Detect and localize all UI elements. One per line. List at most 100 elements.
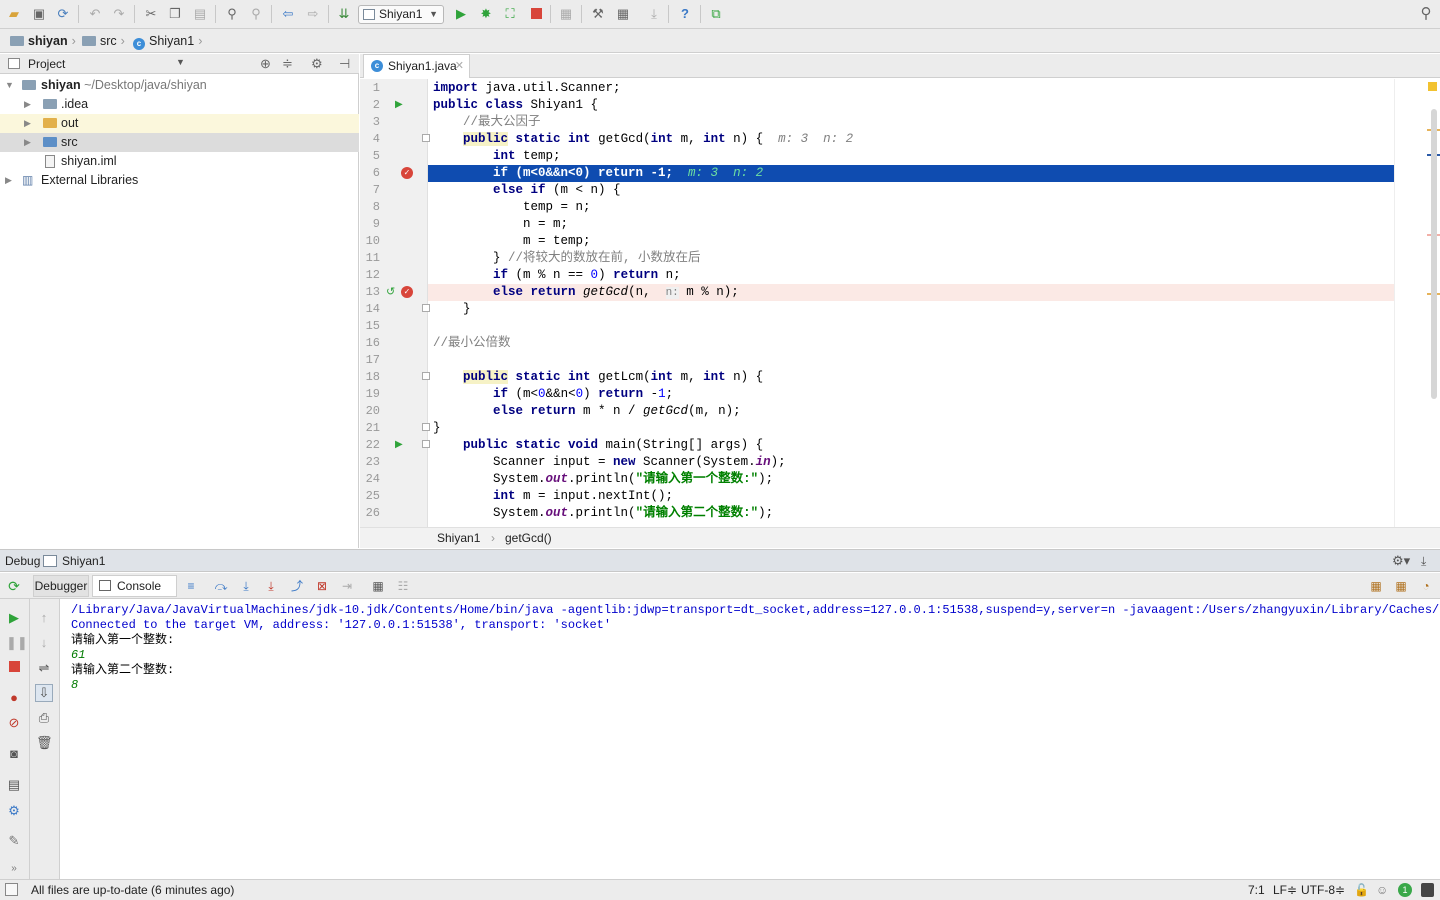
step-into-icon[interactable]: ⤓: [238, 578, 254, 594]
drop-frame-icon[interactable]: ⊠: [314, 578, 330, 594]
rerun-icon[interactable]: ⟳: [6, 578, 22, 594]
collapsed-arrow-icon[interactable]: ▶: [24, 133, 31, 152]
gear-icon[interactable]: ⚙: [311, 56, 323, 72]
fold-icon[interactable]: [422, 440, 430, 448]
redo-icon[interactable]: ↷: [111, 6, 127, 22]
view-breakpoints-icon[interactable]: ●: [6, 690, 22, 706]
coverage-icon[interactable]: ⛶: [502, 6, 518, 22]
resume-icon[interactable]: ▶: [6, 610, 22, 626]
breadcrumb-project[interactable]: shiyan ›: [10, 33, 76, 49]
tree-item-iml[interactable]: shiyan.iml: [0, 152, 359, 171]
fold-icon[interactable]: [422, 134, 430, 142]
trace-icon[interactable]: ☷: [395, 578, 411, 594]
console-output[interactable]: [60, 599, 1440, 879]
print-icon[interactable]: ⎙: [36, 710, 52, 726]
step-out-icon[interactable]: ⤴: [289, 578, 305, 594]
settings-wrench-icon[interactable]: ⚒: [590, 6, 606, 22]
breakpoint-icon[interactable]: ✓: [401, 286, 413, 298]
expanded-arrow-icon[interactable]: ▼: [5, 76, 14, 95]
gear-icon[interactable]: ⚙▾: [1392, 550, 1410, 572]
tree-item-external-libraries[interactable]: ▶ ▥ External Libraries: [0, 171, 359, 190]
fold-icon[interactable]: [422, 372, 430, 380]
stop-icon[interactable]: [6, 660, 22, 676]
tab-shiyan1-java[interactable]: c Shiyan1.java ✕: [363, 54, 470, 78]
fold-icon[interactable]: [422, 304, 430, 312]
run-to-cursor-icon[interactable]: ⇥: [339, 578, 355, 594]
caret-position[interactable]: 7:1: [1248, 880, 1265, 900]
force-step-into-icon[interactable]: ⤓: [263, 578, 279, 594]
line-separator[interactable]: LF≑: [1273, 880, 1297, 900]
sync-icon[interactable]: ⟳: [55, 6, 71, 22]
status-message[interactable]: All files are up-to-date (6 minutes ago): [31, 880, 234, 900]
hide-panel-icon[interactable]: ⊣: [339, 56, 350, 72]
plugin-icon[interactable]: ⧉: [708, 6, 724, 22]
chevron-down-icon[interactable]: ▼: [176, 57, 185, 67]
tab-console[interactable]: Console →*: [92, 575, 177, 612]
breadcrumb-file[interactable]: c Shiyan1 ›: [133, 33, 202, 50]
hide-panel-icon[interactable]: ⤓: [1421, 550, 1426, 572]
save-icon[interactable]: ▣: [31, 6, 47, 22]
fold-icon[interactable]: [422, 423, 430, 431]
tree-item-out[interactable]: ▶ out: [0, 114, 359, 133]
replace-icon[interactable]: ⚲: [248, 6, 264, 22]
help-icon[interactable]: ?: [677, 6, 693, 22]
up-arrow-icon[interactable]: ↑: [36, 610, 52, 626]
search-everywhere-icon[interactable]: ⚲: [1418, 6, 1434, 22]
cut-icon[interactable]: ✂: [143, 6, 159, 22]
stop-icon[interactable]: [528, 6, 544, 22]
soft-wrap-icon[interactable]: ⇌: [36, 660, 52, 676]
collapsed-arrow-icon[interactable]: ▶: [24, 114, 31, 133]
editor-scrollbar[interactable]: [1394, 79, 1440, 527]
gear-icon[interactable]: ⚙: [6, 803, 22, 819]
show-execution-point-icon[interactable]: ≡: [183, 578, 199, 594]
collapsed-arrow-icon[interactable]: ▶: [5, 171, 12, 190]
run-gutter-icon[interactable]: ▶: [395, 439, 403, 450]
event-log-badge[interactable]: 1: [1398, 883, 1412, 897]
collapse-icon[interactable]: ≑: [282, 56, 293, 72]
evaluate-expression-icon[interactable]: ▦: [370, 578, 386, 594]
editor-breadcrumb-class[interactable]: Shiyan1: [437, 528, 480, 548]
pin-icon[interactable]: ✎: [6, 833, 22, 849]
sdk-download-icon[interactable]: ⤓: [646, 6, 662, 22]
project-structure-icon[interactable]: ▦: [615, 6, 631, 22]
camera-icon[interactable]: ◙: [6, 746, 22, 762]
tree-item-idea[interactable]: ▶ .idea: [0, 95, 359, 114]
tool-windows-icon[interactable]: [5, 883, 18, 896]
attach-icon[interactable]: ▦: [558, 6, 574, 22]
event-log-icon[interactable]: [1421, 883, 1434, 897]
inspector-icon[interactable]: ☺: [1376, 880, 1388, 900]
pause-icon[interactable]: ❚❚: [6, 635, 28, 651]
open-folder-icon[interactable]: ▰: [6, 6, 22, 22]
more-icon[interactable]: »: [6, 861, 22, 877]
down-arrow-icon[interactable]: ↓: [36, 635, 52, 651]
build-icon[interactable]: ⇊: [336, 6, 352, 22]
restore-layout-icon[interactable]: ▦: [1368, 578, 1384, 594]
tree-item-src[interactable]: ▶ src: [0, 133, 359, 152]
project-panel-title[interactable]: Project: [28, 57, 65, 71]
trash-icon[interactable]: 🗑: [36, 735, 53, 751]
file-encoding[interactable]: UTF-8≑: [1301, 880, 1345, 900]
run-config-select[interactable]: Shiyan1 ▼: [358, 5, 444, 24]
memory-icon[interactable]: ▦: [1393, 578, 1409, 594]
tree-item-root[interactable]: ▼ shiyan ~/Desktop/java/shiyan: [0, 76, 359, 95]
run-icon[interactable]: ▶: [453, 6, 469, 22]
breadcrumb-folder[interactable]: src ›: [82, 33, 125, 49]
undo-icon[interactable]: ↶: [87, 6, 103, 22]
forward-icon[interactable]: ⇨: [305, 6, 321, 22]
back-icon[interactable]: ⇦: [280, 6, 296, 22]
breakpoint-icon[interactable]: ✓: [401, 167, 413, 179]
warning-indicator-icon[interactable]: [1428, 82, 1437, 91]
settings-icon[interactable]: ◔: [1418, 578, 1434, 594]
copy-icon[interactable]: ❐: [167, 6, 183, 22]
debug-icon[interactable]: ✸: [478, 6, 494, 22]
step-over-icon[interactable]: ⤼: [213, 578, 229, 594]
close-icon[interactable]: ✕: [455, 55, 464, 77]
mute-breakpoints-icon[interactable]: ⊘: [6, 715, 22, 731]
run-gutter-icon[interactable]: ▶: [395, 99, 403, 110]
find-icon[interactable]: ⚲: [224, 6, 240, 22]
locate-icon[interactable]: ⊕: [260, 56, 271, 72]
paste-icon[interactable]: ▤: [192, 6, 208, 22]
tab-debugger[interactable]: Debugger: [33, 575, 89, 597]
lock-icon[interactable]: 🔓: [1354, 880, 1369, 900]
scroll-thumb[interactable]: [1431, 109, 1437, 399]
